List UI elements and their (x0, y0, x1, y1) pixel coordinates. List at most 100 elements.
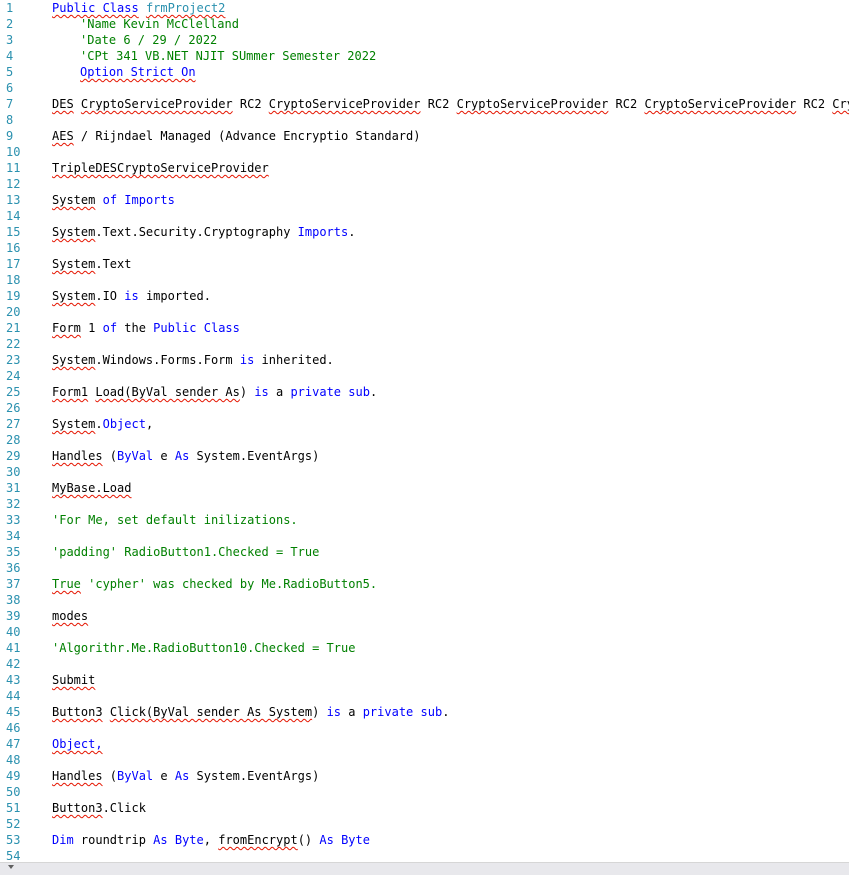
code-line[interactable]: 2 'Name Kevin McClelland (0, 16, 849, 32)
code-line[interactable]: 34 (0, 528, 849, 544)
code-line[interactable]: 7 DES CryptoServiceProvider RC2 CryptoSer… (0, 96, 849, 112)
code-text[interactable]: 'For Me, set default inilizations. (52, 512, 298, 528)
code-text[interactable]: Handles (ByVal e As System.EventArgs) (52, 768, 319, 784)
code-text[interactable]: Option Strict On (52, 64, 196, 80)
chevron-down-icon[interactable] (8, 865, 14, 869)
code-text[interactable]: Object, (52, 736, 103, 752)
code-line[interactable]: 51 Button3.Click (0, 800, 849, 816)
code-line[interactable]: 24 (0, 368, 849, 384)
code-line[interactable]: 36 (0, 560, 849, 576)
code-line[interactable]: 26 (0, 400, 849, 416)
code-token: of (102, 193, 118, 207)
code-text[interactable]: System.Text.Security.Cryptography Import… (52, 224, 355, 240)
code-line[interactable]: 5 Option Strict On (0, 64, 849, 80)
code-line[interactable]: 17 System.Text (0, 256, 849, 272)
code-text[interactable]: System.Windows.Forms.Form is inherited. (52, 352, 334, 368)
code-line[interactable]: 28 (0, 432, 849, 448)
code-line[interactable]: 49 Handles (ByVal e As System.EventArgs) (0, 768, 849, 784)
code-line[interactable]: 42 (0, 656, 849, 672)
code-text[interactable]: 'Algorithr.Me.RadioButton10.Checked = Tr… (52, 640, 355, 656)
code-text[interactable]: 'padding' RadioButton1.Checked = True (52, 544, 319, 560)
code-line[interactable]: 29 Handles (ByVal e As System.EventArgs) (0, 448, 849, 464)
code-text[interactable]: System.Text (52, 256, 131, 272)
horizontal-scrollbar[interactable] (0, 862, 849, 875)
code-text[interactable]: TripleDESCryptoServiceProvider (52, 160, 269, 176)
code-text[interactable]: Button3 Click(ByVal sender As System) is… (52, 704, 449, 720)
squiggle-token: Form1 (52, 385, 89, 399)
code-text[interactable]: Button3.Click (52, 800, 146, 816)
code-line[interactable]: 38 (0, 592, 849, 608)
code-text[interactable]: 'CPt 341 VB.NET NJIT SUmmer Semester 202… (52, 48, 376, 64)
code-line[interactable]: 41 'Algorithr.Me.RadioButton10.Checked = … (0, 640, 849, 656)
squiggle-token: frmProject2 (145, 1, 226, 15)
code-line[interactable]: 45 Button3 Click(ByVal sender As System) … (0, 704, 849, 720)
code-text[interactable]: Handles (ByVal e As System.EventArgs) (52, 448, 319, 464)
code-line[interactable]: 11 TripleDESCryptoServiceProvider (0, 160, 849, 176)
code-line[interactable]: 6 (0, 80, 849, 96)
code-token: 'Algorithr.Me.RadioButton10.Checked = Tr… (52, 641, 356, 655)
code-line[interactable]: 9 AES / Rijndael Managed (Advance Encrypt… (0, 128, 849, 144)
code-line[interactable]: 1 Public Class frmProject2 (0, 0, 849, 16)
code-line[interactable]: 46 (0, 720, 849, 736)
code-line[interactable]: 14 (0, 208, 849, 224)
code-line[interactable]: 52 (0, 816, 849, 832)
code-text[interactable]: 'Date 6 / 29 / 2022 (52, 32, 217, 48)
code-text[interactable]: Submit (52, 672, 95, 688)
code-line[interactable]: 31 MyBase.Load (0, 480, 849, 496)
code-line[interactable]: 4 'CPt 341 VB.NET NJIT SUmmer Semester 20… (0, 48, 849, 64)
code-line[interactable]: 39 modes (0, 608, 849, 624)
line-number: 28 (6, 433, 21, 447)
code-text[interactable]: Dim roundtrip As Byte, fromEncrypt() As … (52, 832, 370, 848)
line-number: 17 (6, 257, 21, 271)
code-line[interactable]: 47 Object, (0, 736, 849, 752)
code-line[interactable]: 18 (0, 272, 849, 288)
line-number: 52 (6, 817, 21, 831)
code-text[interactable]: Form1 Load(ByVal sender As) is a private… (52, 384, 377, 400)
code-token: a (268, 385, 291, 399)
code-line[interactable]: 20 (0, 304, 849, 320)
code-line[interactable]: 3 'Date 6 / 29 / 2022 (0, 32, 849, 48)
code-line[interactable]: 27 System.Object, (0, 416, 849, 432)
code-token: As (174, 449, 190, 463)
code-line[interactable]: 32 (0, 496, 849, 512)
code-line[interactable]: 48 (0, 752, 849, 768)
code-text[interactable]: MyBase.Load (52, 480, 131, 496)
code-line[interactable]: 50 (0, 784, 849, 800)
code-token: Byte (341, 833, 370, 847)
code-token: RC2 (232, 97, 269, 111)
code-text[interactable]: System.Object, (52, 416, 153, 432)
code-line[interactable]: 13 System of Imports (0, 192, 849, 208)
code-text[interactable]: 'Name Kevin McClelland (52, 16, 239, 32)
code-line[interactable]: 21 Form 1 of the Public Class (0, 320, 849, 336)
code-line[interactable]: 40 (0, 624, 849, 640)
code-token: .Windows.Forms.Form (95, 353, 240, 367)
code-line[interactable]: 54 (0, 848, 849, 862)
code-line[interactable]: 23 System.Windows.Forms.Form is inherited… (0, 352, 849, 368)
code-line[interactable]: 25 Form1 Load(ByVal sender As) is a priva… (0, 384, 849, 400)
code-line[interactable]: 16 (0, 240, 849, 256)
code-text[interactable]: modes (52, 608, 88, 624)
code-line[interactable]: 33 'For Me, set default inilizations. (0, 512, 849, 528)
code-editor[interactable]: 1 Public Class frmProject2 2 'Name Kevin Mc… (0, 0, 849, 862)
code-line[interactable]: 35 'padding' RadioButton1.Checked = True (0, 544, 849, 560)
code-text[interactable]: True 'cypher' was checked by Me.RadioBut… (52, 576, 377, 592)
code-line[interactable]: 8 (0, 112, 849, 128)
code-line[interactable]: 15 System.Text.Security.Cryptography Impo… (0, 224, 849, 240)
code-line[interactable]: 44 (0, 688, 849, 704)
code-text[interactable]: Form 1 of the Public Class (52, 320, 240, 336)
code-text[interactable]: AES / Rijndael Managed (Advance Encrypti… (52, 128, 420, 144)
code-line[interactable]: 12 (0, 176, 849, 192)
code-text[interactable]: System of Imports (52, 192, 175, 208)
code-line[interactable]: 19 System.IO is imported. (0, 288, 849, 304)
code-line[interactable]: 22 (0, 336, 849, 352)
code-line[interactable]: 43 Submit (0, 672, 849, 688)
line-number: 46 (6, 721, 21, 735)
code-line[interactable]: 10 (0, 144, 849, 160)
code-text[interactable]: DES CryptoServiceProvider RC2 CryptoServ… (52, 96, 849, 112)
code-line[interactable]: 30 (0, 464, 849, 480)
code-text[interactable]: Public Class frmProject2 (52, 0, 225, 16)
code-line[interactable]: 53 Dim roundtrip As Byte, fromEncrypt() A… (0, 832, 849, 848)
code-line[interactable]: 37 True 'cypher' was checked by Me.RadioB… (0, 576, 849, 592)
code-text[interactable]: System.IO is imported. (52, 288, 211, 304)
